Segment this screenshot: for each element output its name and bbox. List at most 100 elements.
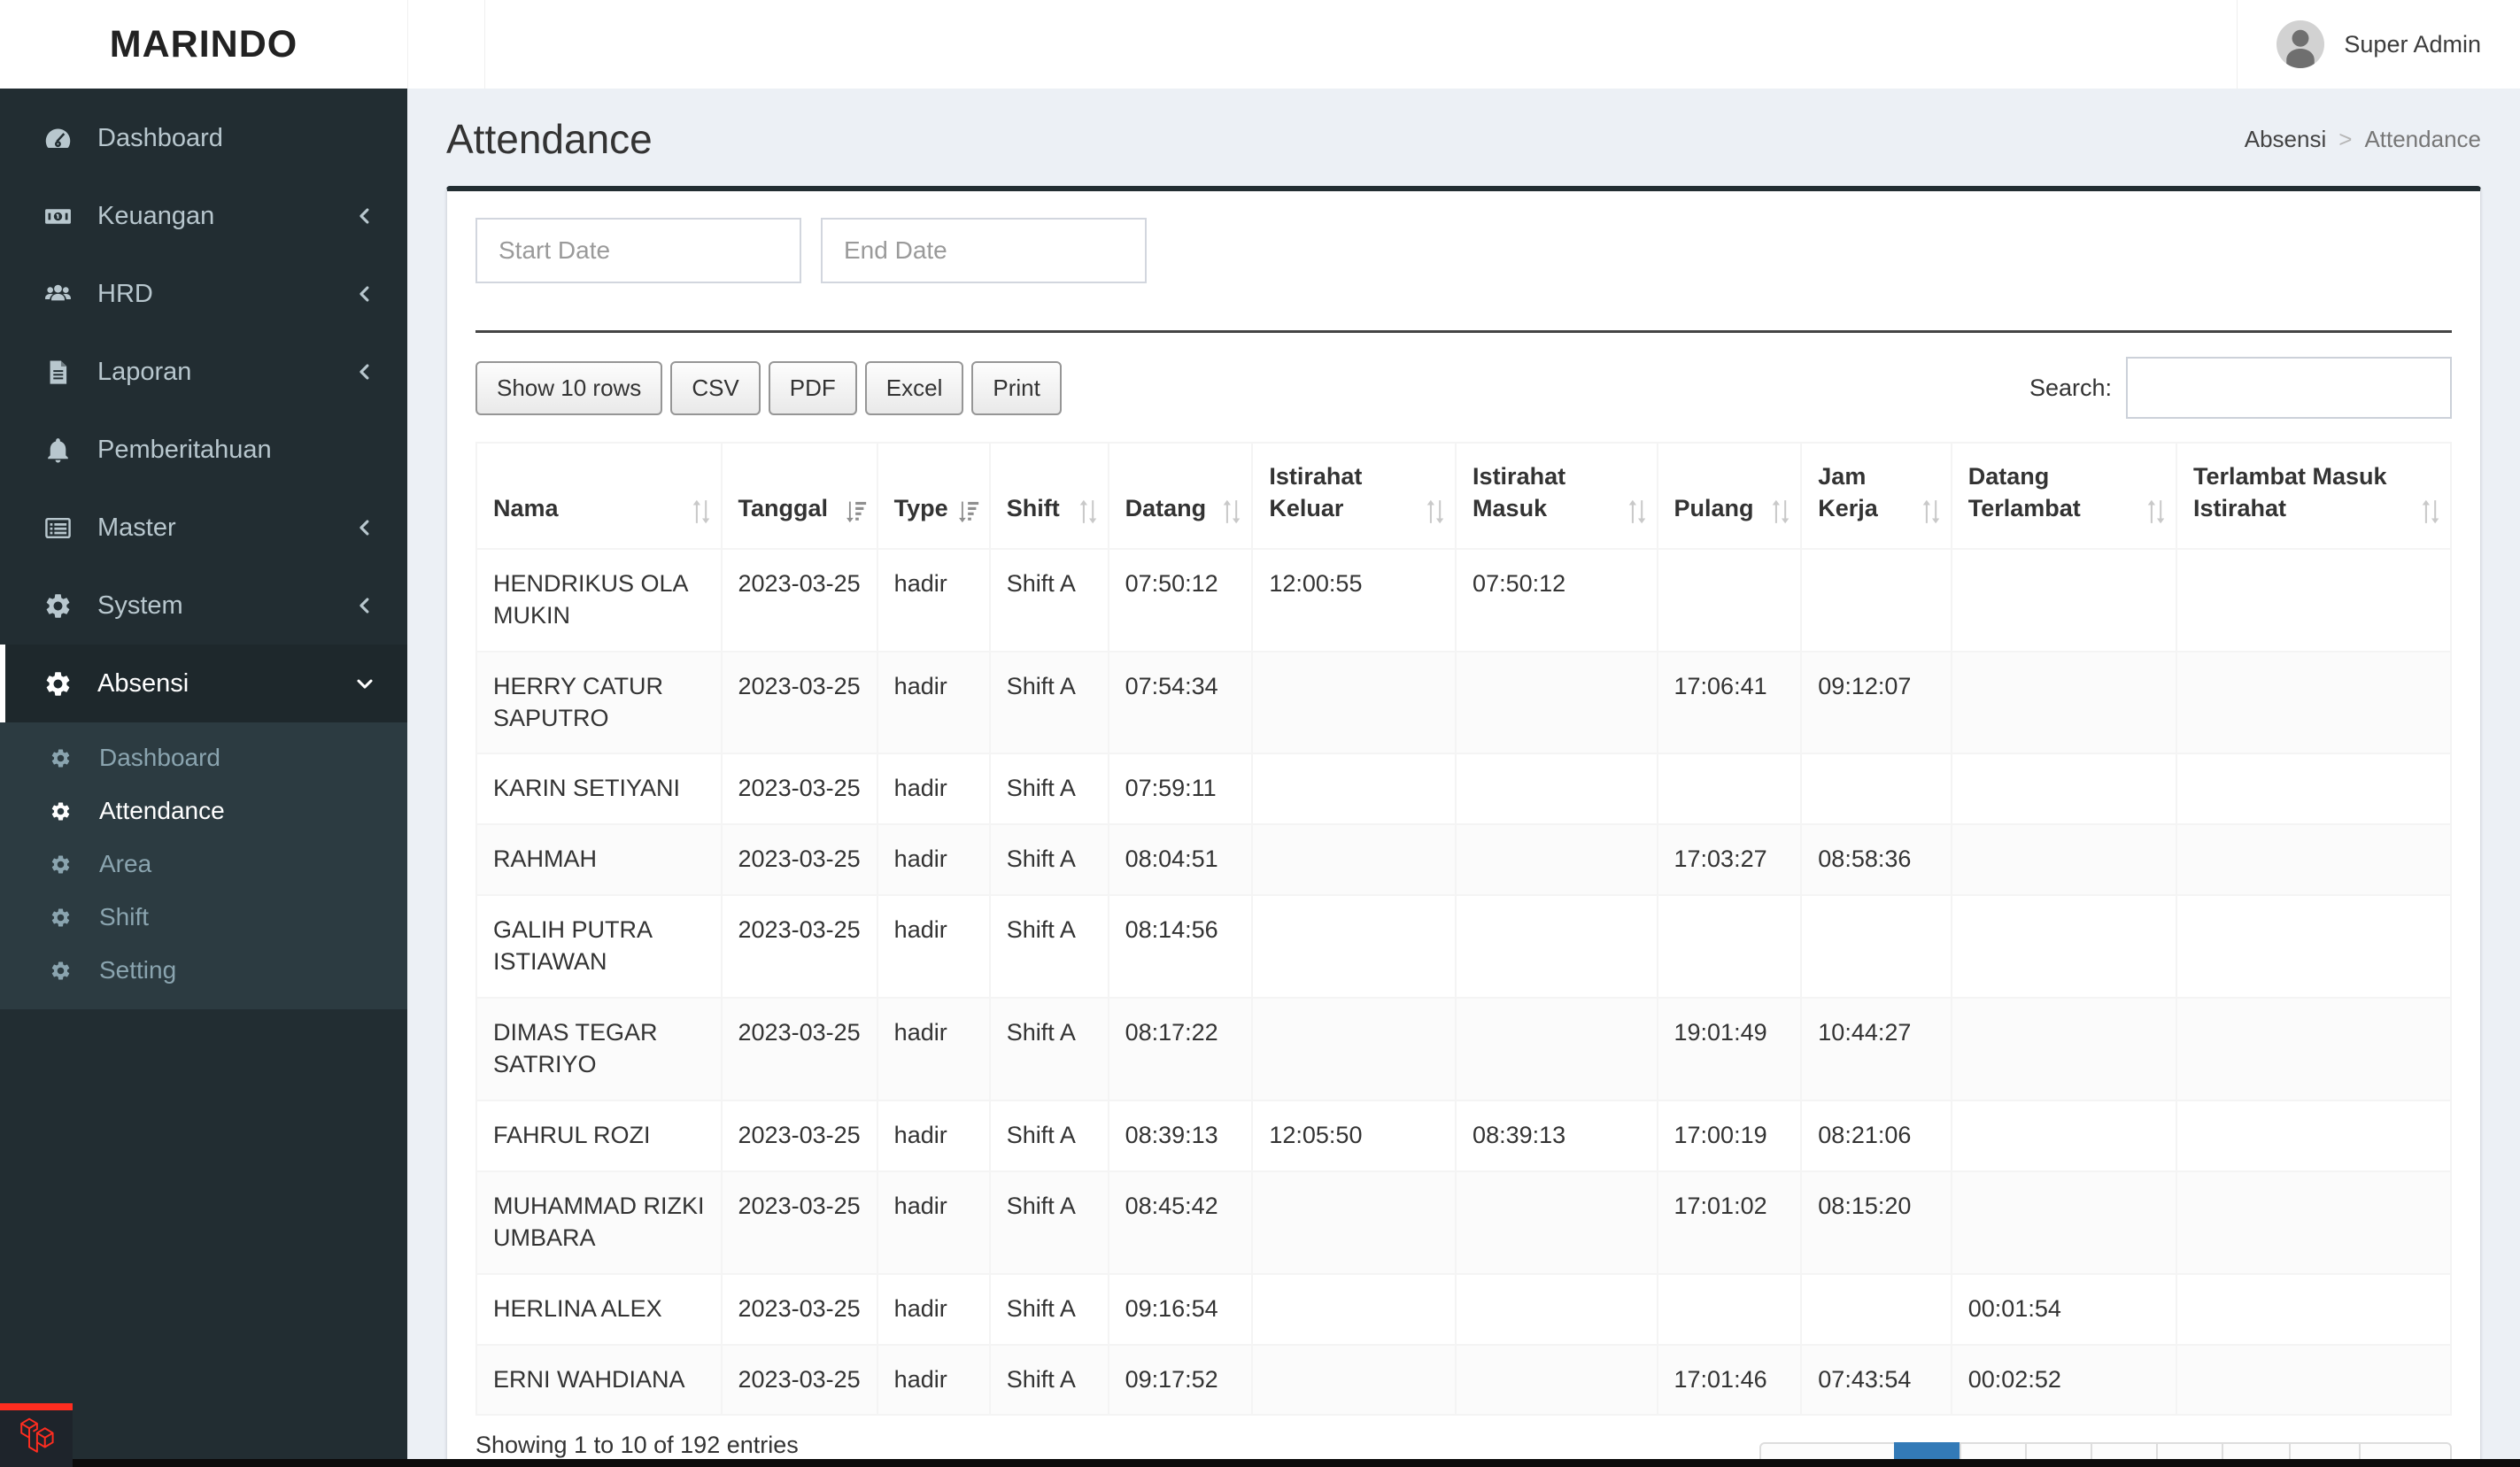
submenu-item-absensi-area[interactable]: Area <box>0 838 407 891</box>
cell-type: hadir <box>876 1272 991 1346</box>
breadcrumb-current: Attendance <box>2364 125 2481 152</box>
sidebar: Dashboard Keuangan HRD Laporan Pemberitahuan… <box>0 89 407 1467</box>
laravel-icon <box>16 1417 57 1462</box>
cell-type: hadir <box>876 894 991 1000</box>
cell-nama: HENDRIKUS OLA MUKIN <box>475 547 723 652</box>
cell-terlambat-masuk-istirahat <box>2175 1272 2453 1346</box>
cell-datang: 08:45:42 <box>1107 1170 1254 1275</box>
breadcrumb-parent-link[interactable]: Absensi <box>2245 126 2327 153</box>
breadcrumb: Absensi > Attendance <box>2245 126 2481 153</box>
sidebar-item-label: HRD <box>97 279 153 308</box>
cell-datang: 09:17:52 <box>1107 1343 1254 1417</box>
debugbar-toggle[interactable] <box>0 1403 73 1467</box>
cell-datang-terlambat <box>1950 1099 2177 1172</box>
cell-pulang <box>1656 753 1803 826</box>
table-row: DIMAS TEGAR SATRIYO 2023-03-25 hadir Shift … <box>475 997 2453 1101</box>
column-header-type[interactable]: Type <box>876 442 991 550</box>
excel-button[interactable]: Excel <box>864 360 964 415</box>
column-header-istirahat-masuk[interactable]: Istirahat Masuk <box>1455 442 1658 550</box>
cell-istirahat-masuk <box>1455 894 1658 1000</box>
table-row: HERRY CATUR SAPUTRO 2023-03-25 hadir Shift … <box>475 650 2453 755</box>
column-label: Tanggal <box>738 494 829 521</box>
column-header-shift[interactable]: Shift <box>988 442 1109 550</box>
user-menu[interactable]: Super Admin <box>2237 0 2520 89</box>
cell-datang-terlambat <box>1950 650 2177 755</box>
cell-datang-terlambat <box>1950 894 2177 1000</box>
cell-istirahat-masuk: 08:39:13 <box>1455 1099 1658 1172</box>
sidebar-item-dashboard[interactable]: Dashboard <box>0 99 407 177</box>
cell-datang: 09:16:54 <box>1107 1272 1254 1346</box>
column-header-tanggal[interactable]: Tanggal <box>720 442 878 550</box>
cell-datang: 08:04:51 <box>1107 823 1254 897</box>
cell-jam-kerja: 08:15:20 <box>1800 1170 1952 1275</box>
gear-icon <box>50 747 81 769</box>
cell-terlambat-masuk-istirahat <box>2175 650 2453 755</box>
cell-shift: Shift A <box>988 650 1109 755</box>
search-box: Search: <box>2029 357 2452 419</box>
cell-pulang: 19:01:49 <box>1656 997 1803 1101</box>
sidebar-item-hrd[interactable]: HRD <box>0 255 407 333</box>
sort-desc-icon <box>958 498 980 525</box>
sidebar-toggle-button[interactable] <box>407 0 485 89</box>
cell-istirahat-keluar <box>1251 1343 1457 1417</box>
banknote-icon <box>37 202 78 231</box>
sidebar-item-master[interactable]: Master <box>0 489 407 567</box>
cell-istirahat-masuk: 07:50:12 <box>1455 547 1658 652</box>
cell-type: hadir <box>876 1099 991 1172</box>
column-header-datang-terlambat[interactable]: Datang Terlambat <box>1950 442 2177 550</box>
table-body: HENDRIKUS OLA MUKIN 2023-03-25 hadir Shift … <box>475 547 2453 1417</box>
cell-jam-kerja: 08:21:06 <box>1800 1099 1952 1172</box>
cell-tanggal: 2023-03-25 <box>720 1272 878 1346</box>
show-10-rows-button[interactable]: Show 10 rows <box>475 360 663 415</box>
cell-nama: RAHMAH <box>475 823 723 897</box>
table-header-row: Nama Tanggal Type Shift Datang Istirahat Kelu… <box>475 442 2453 550</box>
cell-pulang: 17:01:02 <box>1656 1170 1803 1275</box>
print-button[interactable]: Print <box>971 360 1062 415</box>
table-row: HENDRIKUS OLA MUKIN 2023-03-25 hadir Shift … <box>475 547 2453 652</box>
sidebar-item-laporan[interactable]: Laporan <box>0 333 407 411</box>
cell-nama: ERNI WAHDIANA <box>475 1343 723 1417</box>
cell-jam-kerja: 07:43:54 <box>1800 1343 1952 1417</box>
sidebar-menu: Dashboard Keuangan HRD Laporan Pemberitahuan… <box>0 89 407 1009</box>
cell-tanggal: 2023-03-25 <box>720 650 878 755</box>
submenu-item-absensi-shift[interactable]: Shift <box>0 891 407 944</box>
sort-both-icon <box>1770 498 1791 525</box>
cell-istirahat-keluar: 12:05:50 <box>1251 1099 1457 1172</box>
breadcrumb-separator: > <box>2338 125 2353 152</box>
pdf-button[interactable]: PDF <box>768 360 857 415</box>
csv-button[interactable]: CSV <box>670 360 761 415</box>
cell-shift: Shift A <box>988 753 1109 826</box>
submenu-item-absensi-attendance[interactable]: Attendance <box>0 784 407 838</box>
sidebar-item-absensi[interactable]: Absensi <box>0 645 407 722</box>
gear-icon <box>37 591 78 621</box>
column-header-datang[interactable]: Datang <box>1107 442 1254 550</box>
cell-tanggal: 2023-03-25 <box>720 823 878 897</box>
end-date-input[interactable] <box>821 218 1147 283</box>
sidebar-item-keuangan[interactable]: Keuangan <box>0 177 407 255</box>
entries-info: Showing 1 to 10 of 192 entries <box>475 1432 799 1459</box>
cell-type: hadir <box>876 1170 991 1275</box>
submenu-item-absensi-dashboard[interactable]: Dashboard <box>0 731 407 784</box>
column-header-jam-kerja[interactable]: Jam Kerja <box>1800 442 1952 550</box>
table-row: RAHMAH 2023-03-25 hadir Shift A 08:04:51 17:0… <box>475 823 2453 897</box>
cell-type: hadir <box>876 823 991 897</box>
column-header-pulang[interactable]: Pulang <box>1656 442 1803 550</box>
search-input[interactable] <box>2126 357 2452 419</box>
submenu-item-label: Area <box>99 850 152 877</box>
column-header-nama[interactable]: Nama <box>475 442 723 550</box>
cell-terlambat-masuk-istirahat <box>2175 753 2453 826</box>
bell-icon <box>37 436 78 465</box>
cell-datang: 07:50:12 <box>1107 547 1254 652</box>
cell-tanggal: 2023-03-25 <box>720 1343 878 1417</box>
chevron-left-icon <box>352 515 377 540</box>
sort-both-icon <box>2145 498 2167 525</box>
sidebar-item-system[interactable]: System <box>0 567 407 645</box>
column-header-terlambat-masuk-istirahat[interactable]: Terlambat Masuk Istirahat <box>2175 442 2453 550</box>
cell-terlambat-masuk-istirahat <box>2175 894 2453 1000</box>
cell-datang-terlambat <box>1950 1170 2177 1275</box>
submenu-item-absensi-setting[interactable]: Setting <box>0 944 407 997</box>
sidebar-item-pemberitahuan[interactable]: Pemberitahuan <box>0 411 407 489</box>
start-date-input[interactable] <box>475 218 801 283</box>
column-header-istirahat-keluar[interactable]: Istirahat Keluar <box>1251 442 1457 550</box>
brand-logo[interactable]: MARINDO <box>0 0 407 89</box>
